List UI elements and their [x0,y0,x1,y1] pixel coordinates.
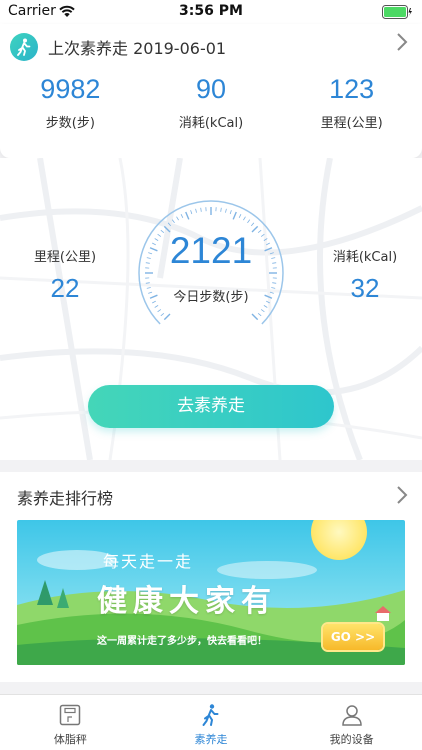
tab-scale[interactable]: 体脂秤 [0,695,141,750]
distance-label: 里程(公里) [33,250,97,265]
ranking-section[interactable]: 素养走排行榜 每天走一走 健康大家有 这一周累计走了多少步，快去看看吧！ GO … [0,472,422,682]
stat-label: 里程(公里) [320,116,383,131]
dial-tick [225,208,227,213]
dial-tick [160,312,165,317]
tab-label: 体脂秤 [53,733,87,746]
scale-icon [60,704,81,726]
dial-tick [260,309,265,313]
battery-icon [382,5,412,19]
dial-tick [263,305,268,308]
dial-tick [167,222,172,227]
stat-value: 123 [329,74,375,104]
today-section: 里程(公里) 22 2121 今日步数(步) 消耗(kCal) 32 去素养走 [0,158,422,460]
dial-tick [163,313,171,321]
banner-line3: 这一周累计走了多少步，快去看看吧！ [97,636,267,647]
tab-my-device[interactable]: 我的设备 [281,695,422,750]
dial-tick [180,214,184,218]
walker-icon [202,704,219,726]
step-dial [138,200,284,325]
today-distance: 里程(公里) 22 [10,246,120,304]
stat-distance: 123 里程(公里) [281,72,422,131]
calories-label: 消耗(kCal) [332,250,398,265]
chevron-right-icon[interactable] [396,32,408,52]
status-bar: Carrier 3:56 PM [0,0,422,24]
stat-value: 90 [195,74,227,104]
last-walk-stats: 9982 步数(步) 90 消耗(kCal) 123 里程(公里) [0,72,422,131]
stat-calories: 90 消耗(kCal) [141,72,282,131]
dial-tick [257,312,262,317]
dial-tick [243,216,246,221]
banner-go-button[interactable]: GO >> [323,624,383,650]
dial-tick [220,207,222,212]
dial-tick [176,216,179,221]
today-calories: 消耗(kCal) 32 [310,246,420,304]
dial-tick [190,210,193,215]
dial-tick [195,208,197,213]
clock: 3:56 PM [179,3,243,19]
last-walk-card[interactable]: 上次素养走 2019-06-01 9982 步数(步) 90 消耗(kCal) … [0,24,422,158]
person-icon [341,705,362,726]
dial-tick [251,313,259,321]
last-walk-title: 上次素养走 2019-06-01 [48,39,227,58]
dial-tick [238,214,242,218]
dial-tick [154,305,159,308]
dial-tick [200,207,202,212]
stat-steps: 9982 步数(步) [0,72,141,131]
walker-icon [10,33,38,61]
today-steps-label: 今日步数(步) [173,290,249,305]
stat-label: 消耗(kCal) [178,116,244,131]
tab-label: 我的设备 [329,733,374,746]
dial-tick [145,282,150,284]
banner-line2: 健康大家有 [97,584,277,619]
distance-value: 22 [50,273,80,303]
tab-walk[interactable]: 素养走 [141,695,282,750]
ranking-banner[interactable]: 每天走一走 健康大家有 这一周累计走了多少步，快去看看吧！ GO >> [17,520,405,665]
dial-tick [157,309,162,313]
start-walk-button[interactable]: 去素养走 [88,385,334,428]
dial-tick [247,219,251,224]
today-steps-value: 2121 [169,230,253,271]
stat-label: 步数(步) [45,116,95,131]
stat-value: 9982 [40,74,101,104]
banner-line1: 每天走一走 [103,552,194,571]
tab-bar: 体脂秤 素养走 我的设备 [0,694,422,750]
dial-tick [250,222,255,227]
calories-value: 32 [350,273,380,303]
dial-tick [171,219,175,224]
ranking-title: 素养走排行榜 [17,489,114,508]
dial-tick [229,210,232,215]
dial-tick [185,211,190,220]
dial-tick [232,211,237,220]
dial-tick [272,282,277,284]
chevron-right-icon[interactable] [396,485,408,505]
tab-label: 素养走 [194,733,228,746]
